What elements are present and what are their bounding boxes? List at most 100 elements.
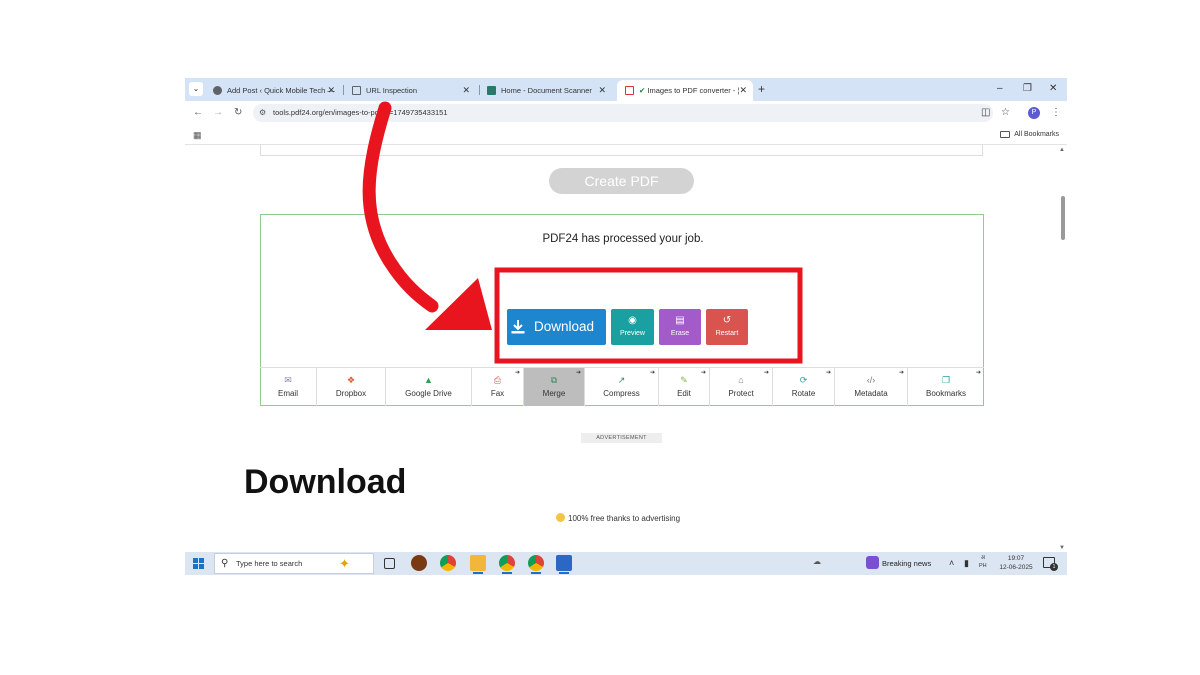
chevron-up-icon[interactable]: ˄ — [949, 556, 954, 570]
page-scrollbar[interactable]: ▲ ▼ — [1059, 146, 1067, 552]
notification-count: 1 — [1050, 563, 1058, 571]
restart-label: Restart — [715, 330, 739, 337]
bookmarks-bar: ▦ All Bookmarks — [185, 125, 1067, 145]
tab-add-post[interactable]: Add Post ‹ Quick Mobile Tech — ✕ — [205, 80, 341, 101]
arrow-right-icon: ➔ — [975, 370, 981, 376]
task-view-icon[interactable] — [384, 558, 395, 569]
compress-icon: ↗ — [617, 375, 626, 385]
new-tab-button[interactable]: + — [758, 80, 765, 98]
page-viewport: Create PDF PDF24 has processed your job.… — [185, 144, 1059, 552]
document-scanner-icon — [487, 86, 496, 95]
free-note-text: 100% free thanks to advertising — [568, 514, 681, 523]
undo-icon: ↺ — [722, 315, 732, 326]
create-pdf-button[interactable]: Create PDF — [549, 168, 694, 194]
navigation-bar: ← → ↻ ⚙ tools.pdf24.org/en/images-to-pdf… — [185, 101, 1067, 125]
email-icon: ✉ — [284, 375, 292, 385]
address-bar[interactable]: ⚙ tools.pdf24.org/en/images-to-pdf#s=174… — [253, 104, 993, 122]
checkmark-icon: ✔ — [639, 86, 646, 95]
close-tab-icon[interactable]: ✕ — [739, 80, 747, 101]
chrome-icon[interactable] — [528, 555, 544, 574]
tool-bar: ✉ Email ❖ Dropbox ▲ Google Drive ➔ ⎙ Fax — [260, 367, 984, 406]
tab-images-to-pdf[interactable]: ✔ Images to PDF converter - ¦ ✕ — [617, 80, 753, 101]
tool-label: Protect — [728, 389, 754, 398]
back-button[interactable]: ← — [193, 107, 203, 119]
windows-start-button[interactable] — [193, 558, 204, 569]
news-widget[interactable]: Breaking news — [882, 552, 931, 575]
tool-email[interactable]: ✉ Email — [260, 368, 317, 406]
bookmark-star-icon[interactable]: ☆ — [1001, 106, 1010, 120]
tool-label: Edit — [677, 389, 691, 398]
install-app-icon[interactable]: ◫ — [981, 106, 990, 120]
taskbar: ⚲ Type here to search ✦ ☁ Breaking news … — [185, 552, 1067, 575]
tool-rotate[interactable]: ➔ ⟳ Rotate — [773, 368, 835, 406]
app-icon[interactable] — [556, 555, 572, 574]
clock[interactable]: 19:07 12-06-2025 — [997, 554, 1035, 572]
minimize-button[interactable]: – — [997, 82, 1003, 96]
reload-button[interactable]: ↻ — [234, 107, 242, 119]
notification-icon[interactable]: 1 — [1043, 557, 1058, 571]
eye-icon: ◉ — [628, 315, 637, 326]
close-tab-icon[interactable]: ✕ — [462, 80, 470, 101]
advertisement-label: ADVERTISEMENT — [581, 433, 662, 443]
apps-grid-icon[interactable]: ▦ — [193, 130, 202, 140]
tool-fax[interactable]: ➔ ⎙ Fax — [472, 368, 524, 406]
close-window-button[interactable]: ✕ — [1049, 82, 1057, 96]
arrow-right-icon: ➔ — [825, 370, 831, 376]
file-explorer-icon[interactable] — [470, 555, 486, 574]
scroll-thumb[interactable] — [1061, 196, 1065, 240]
download-button[interactable]: Download — [507, 309, 606, 345]
tool-merge[interactable]: ➔ ⧉ Merge — [524, 368, 585, 406]
folder-icon — [1000, 130, 1011, 138]
browser-menu-icon[interactable]: ⋮ — [1051, 106, 1061, 120]
scroll-up-icon[interactable]: ▲ — [1059, 147, 1065, 153]
microphone-icon[interactable]: ▮ — [964, 556, 969, 570]
chrome-icon[interactable] — [499, 555, 515, 574]
all-bookmarks-button[interactable]: All Bookmarks — [1000, 128, 1059, 142]
search-icon: ⚲ — [221, 558, 229, 569]
restore-button[interactable]: ❐ — [1023, 82, 1032, 96]
taskbar-search-box[interactable]: ⚲ Type here to search ✦ — [214, 553, 374, 574]
input-language-indicator[interactable]: अ PH — [979, 554, 987, 570]
download-icon — [511, 320, 525, 334]
site-settings-icon[interactable]: ⚙ — [259, 108, 266, 118]
tool-google-drive[interactable]: ▲ Google Drive — [386, 368, 472, 406]
tab-document-scanner[interactable]: Home - Document Scanner ✕ — [479, 80, 612, 101]
tool-label: Fax — [490, 389, 505, 398]
close-tab-icon[interactable]: ✕ — [327, 80, 335, 101]
rotate-icon: ⟳ — [799, 375, 808, 385]
tool-edit[interactable]: ➔ ✎ Edit — [659, 368, 710, 406]
restart-button[interactable]: ↺ Restart — [706, 309, 748, 345]
preview-button[interactable]: ◉ Preview — [611, 309, 654, 345]
close-tab-icon[interactable]: ✕ — [598, 80, 606, 101]
tab-title: Home - Document Scanner — [501, 86, 592, 95]
tool-label: Rotate — [791, 389, 816, 398]
scroll-down-icon[interactable]: ▼ — [1059, 545, 1065, 551]
chrome-icon[interactable] — [440, 555, 456, 571]
tool-label: Google Drive — [405, 389, 452, 398]
merge-icon: ⧉ — [550, 375, 558, 385]
search-placeholder: Type here to search — [236, 559, 303, 568]
tool-bookmarks[interactable]: ➔ ❐ Bookmarks — [908, 368, 984, 406]
arrow-right-icon: ➔ — [649, 370, 655, 376]
tool-dropbox[interactable]: ❖ Dropbox — [317, 368, 386, 406]
url-text[interactable]: tools.pdf24.org/en/images-to-pdf#s=17497… — [273, 104, 448, 122]
tab-search-button[interactable]: ⌄ — [189, 82, 203, 96]
tool-compress[interactable]: ➔ ↗ Compress — [585, 368, 659, 406]
app-icon[interactable] — [411, 555, 427, 571]
erase-label: Erase — [670, 330, 690, 337]
preview-label: Preview — [620, 330, 645, 337]
cloud-icon[interactable]: ☁ — [813, 557, 821, 566]
ime-script: अ — [980, 555, 985, 561]
tool-metadata[interactable]: ➔ ‹/› Metadata — [835, 368, 908, 406]
bookmarks-icon: ❐ — [941, 375, 951, 385]
erase-button[interactable]: ▤ Erase — [659, 309, 701, 345]
forward-button[interactable]: → — [213, 107, 223, 119]
tool-protect[interactable]: ➔ ⌂ Protect — [710, 368, 773, 406]
avatar[interactable]: P — [1028, 107, 1040, 119]
tab-url-inspection[interactable]: URL Inspection ✕ — [344, 80, 476, 101]
tab-title: Add Post ‹ Quick Mobile Tech — — [227, 86, 335, 95]
tool-label: Bookmarks — [925, 389, 966, 398]
tool-label: Metadata — [854, 389, 888, 398]
arrow-right-icon: ➔ — [575, 370, 581, 376]
result-message: PDF24 has processed your job. — [542, 233, 704, 245]
